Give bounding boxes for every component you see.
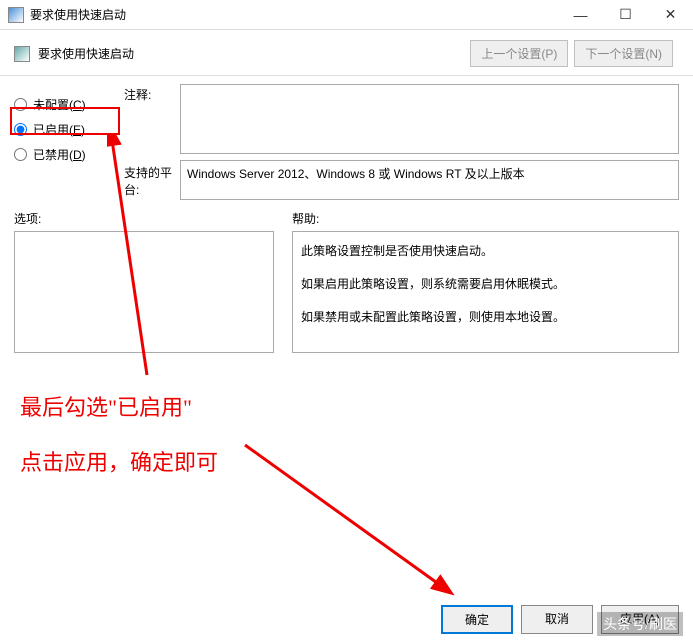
radio-group: 未配置(C) 已启用(E) 已禁用(D) [14,84,124,200]
platform-label: 支持的平台: [124,160,180,200]
options-label: 选项: [14,210,274,227]
radio-not-configured[interactable]: 未配置(C) [14,96,124,113]
comment-input[interactable] [180,84,679,154]
radio-not-configured-input[interactable] [14,98,27,111]
radio-enabled[interactable]: 已启用(E) [14,121,124,138]
help-panel: 此策略设置控制是否使用快速启动。 如果启用此策略设置，则系统需要启用休眠模式。 … [292,231,679,353]
cancel-button[interactable]: 取消 [521,605,593,634]
close-button[interactable]: ✕ [648,0,693,30]
help-text-2: 如果启用此策略设置，则系统需要启用休眠模式。 [301,275,670,294]
app-icon [8,7,24,23]
platform-box: Windows Server 2012、Windows 8 或 Windows … [180,160,679,200]
divider [0,75,693,76]
next-setting-button[interactable]: 下一个设置(N) [574,40,673,67]
annotation-text: 最后勾选"已启用" 点击应用，确定即可 [20,380,218,490]
radio-enabled-input[interactable] [14,123,27,136]
header-title: 要求使用快速启动 [38,45,470,62]
help-text-3: 如果禁用或未配置此策略设置，则使用本地设置。 [301,308,670,327]
annotation-arrow-2 [240,440,460,600]
radio-disabled[interactable]: 已禁用(D) [14,146,124,163]
apply-button[interactable]: 应用(A) [601,605,679,634]
title-bar: 要求使用快速启动 — ☐ ✕ [0,0,693,30]
maximize-button[interactable]: ☐ [603,0,648,30]
help-label: 帮助: [292,210,679,227]
minimize-button[interactable]: — [558,0,603,30]
prev-setting-button[interactable]: 上一个设置(P) [470,40,568,67]
help-text-1: 此策略设置控制是否使用快速启动。 [301,242,670,261]
radio-disabled-input[interactable] [14,148,27,161]
policy-icon [14,46,30,62]
ok-button[interactable]: 确定 [441,605,513,634]
window-title: 要求使用快速启动 [30,6,558,23]
header: 要求使用快速启动 上一个设置(P) 下一个设置(N) [0,30,693,75]
comment-label: 注释: [124,84,180,154]
options-panel [14,231,274,353]
footer-buttons: 确定 取消 应用(A) [441,605,679,634]
